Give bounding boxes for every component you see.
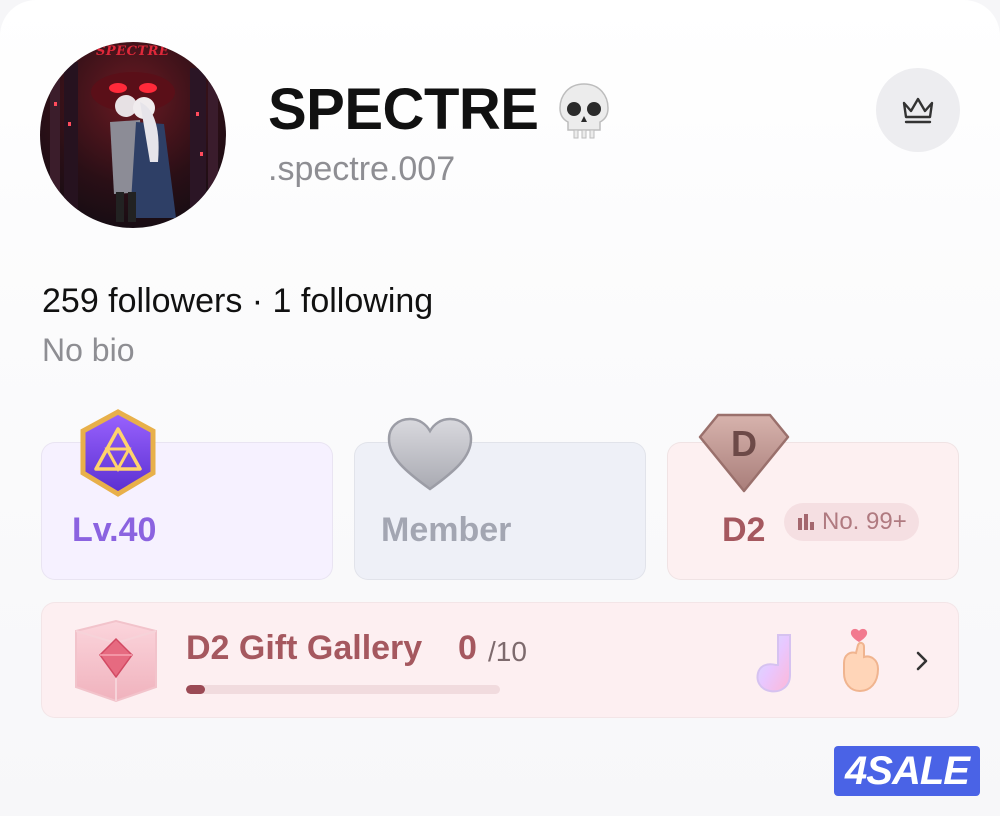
- avatar-caption: SPECTRE: [96, 44, 170, 59]
- bio-text: No bio: [42, 332, 135, 368]
- gift-gallery-total: /10: [488, 636, 527, 667]
- rank-position-badge[interactable]: No. 99+: [784, 503, 919, 541]
- diamond-d-icon: D: [698, 413, 790, 493]
- crown-icon: [902, 97, 934, 124]
- level-hexagon-icon: [80, 409, 156, 497]
- profile-sheet: SPECTRE SPECTRE .spectre.007 259 followe…: [0, 0, 1000, 816]
- bar-chart-icon: [798, 514, 814, 530]
- avatar[interactable]: SPECTRE: [40, 42, 226, 228]
- name-row: SPECTRE: [268, 78, 612, 142]
- skull-icon: [559, 83, 610, 139]
- rank-card[interactable]: D D2 No. 99+: [667, 413, 959, 580]
- user-handle: .spectre.007: [268, 150, 456, 188]
- rank-position-text: No. 99+: [822, 508, 907, 535]
- rank-label: D2: [722, 511, 766, 549]
- avatar-art: [50, 62, 218, 228]
- music-note-gift-icon: [756, 634, 791, 693]
- chevron-right-icon[interactable]: [914, 649, 930, 673]
- watermark-logo: 4SALE: [834, 746, 980, 796]
- finger-heart-gift-icon: [843, 628, 880, 693]
- member-label: Member: [381, 511, 512, 549]
- gift-gallery-progress: [186, 685, 500, 694]
- gift-gallery-progress-fill: [186, 685, 205, 694]
- gift-gallery-count: 0: [458, 629, 477, 667]
- gift-gallery-title: D2 Gift Gallery: [186, 629, 423, 667]
- level-card[interactable]: Lv.40: [41, 409, 333, 580]
- heart-icon: [387, 417, 473, 491]
- follow-stats[interactable]: 259 followers · 1 following: [42, 282, 433, 321]
- gift-gallery-cube-icon: [75, 619, 157, 703]
- crown-button[interactable]: [876, 68, 960, 152]
- svg-text:D: D: [731, 423, 757, 464]
- display-name: SPECTRE: [268, 77, 539, 142]
- level-label: Lv.40: [72, 511, 157, 549]
- gift-gallery-row[interactable]: D2 Gift Gallery 0 /10: [41, 602, 959, 718]
- member-card[interactable]: Member: [354, 417, 646, 580]
